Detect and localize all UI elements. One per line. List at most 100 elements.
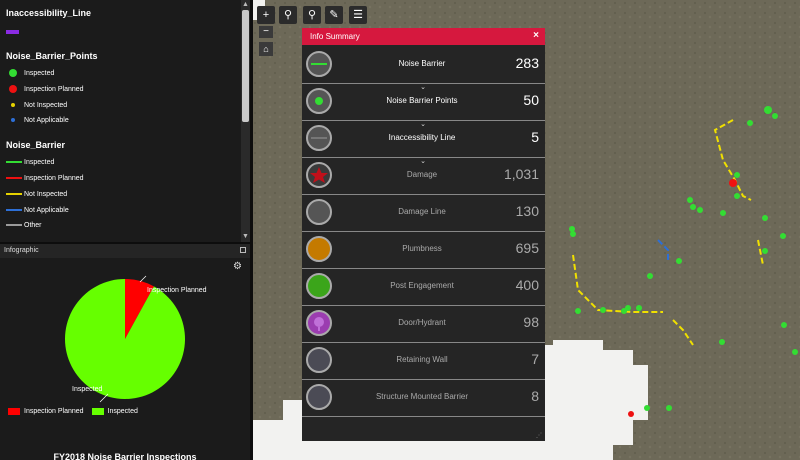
summary-row[interactable]: Structure Mounted Barrier 8 — [302, 380, 545, 417]
not-applicable-dot-icon — [11, 118, 15, 122]
legend-item: Not Inspected — [6, 99, 67, 111]
chart-title: FY2018 Noise Barrier Inspections — [53, 452, 197, 460]
inspected-swatch — [91, 408, 104, 415]
summary-row-count: 50 — [523, 92, 539, 108]
pie-leader-line — [139, 275, 147, 283]
gear-icon[interactable]: ⚙ — [233, 262, 243, 272]
other-line-icon — [6, 224, 22, 226]
inspected-line-icon — [6, 161, 22, 163]
layer-symbol-icon[interactable] — [306, 384, 332, 410]
inspection-planned-swatch — [8, 408, 20, 415]
legend-item-label: Not Applicable — [24, 116, 69, 124]
inspection-planned-dot-icon — [9, 85, 17, 93]
summary-row[interactable]: Damage Line 130 — [302, 195, 545, 232]
summary-row-label: Damage Line — [398, 207, 446, 216]
scroll-down-icon[interactable]: ▼ — [242, 233, 249, 241]
layer-symbol-icon[interactable] — [306, 162, 332, 188]
summary-row-count: 98 — [523, 314, 539, 330]
legend-item: Not Applicable — [6, 114, 69, 126]
pie-legend: Inspection Planned Inspected — [8, 408, 146, 415]
layers-icon[interactable]: ☰ — [349, 6, 367, 24]
not-inspected-line-icon — [6, 193, 22, 195]
row-separator — [302, 416, 545, 417]
infographic-panel: Infographic ⚙ Inspection Planned Inspect… — [0, 244, 250, 460]
legend-item: Inspection Planned — [6, 83, 84, 95]
locate-icon[interactable]: ⚲ — [303, 6, 321, 24]
summary-row-label: Door/Hydrant — [398, 318, 446, 327]
summary-row-count: 8 — [531, 388, 539, 404]
legend-item: Inspected — [6, 156, 54, 168]
measure-icon[interactable]: ✎ — [325, 6, 343, 24]
close-icon[interactable]: × — [533, 30, 539, 41]
pie-legend-entry[interactable]: Inspected — [91, 408, 138, 415]
summary-row[interactable]: Noise Barrier Points 50 — [302, 84, 545, 121]
summary-row[interactable]: Retaining Wall 7 — [302, 343, 545, 380]
infographic-header: Infographic — [0, 244, 250, 258]
zoom-in-button[interactable]: + — [257, 6, 275, 24]
summary-row[interactable]: Inaccessibility Line 5 — [302, 121, 545, 158]
summary-row[interactable]: Damage 1,031 — [302, 158, 545, 195]
layer-symbol-icon[interactable] — [306, 51, 332, 77]
layer-symbol-icon[interactable] — [306, 347, 332, 373]
summary-row-label: Damage — [406, 170, 438, 179]
layer-symbol-icon[interactable] — [306, 199, 332, 225]
summary-row[interactable]: Door/Hydrant 98 — [302, 306, 545, 343]
summary-row-label: Noise Barrier — [398, 59, 446, 68]
search-icon[interactable]: ⚲ — [279, 6, 297, 24]
not-applicable-line-icon — [6, 209, 22, 211]
legend-item-label: Not Applicable — [24, 206, 69, 214]
legend-item-label: Inspected — [24, 69, 55, 77]
not-inspected-dot-icon — [11, 103, 15, 107]
summary-row-label: Retaining Wall — [396, 355, 448, 364]
summary-row-count: 1,031 — [503, 166, 539, 182]
legend-layer-title-barrier: Noise_Barrier — [6, 140, 66, 150]
summary-row[interactable]: Noise Barrier 283 — [302, 47, 545, 84]
legend-item-label: Not Inspected — [24, 190, 68, 198]
pie-slice-inspected[interactable] — [65, 279, 185, 399]
maximize-icon[interactable] — [240, 247, 246, 253]
inspected-dot-icon — [9, 69, 17, 77]
summary-row-count: 695 — [515, 240, 539, 256]
layer-symbol-icon[interactable] — [306, 125, 332, 151]
legend-item: Not Applicable — [6, 204, 69, 216]
pie-legend-label: Inspected — [107, 408, 138, 415]
home-icon[interactable]: ⌂ — [259, 42, 273, 56]
summary-row-count: 7 — [531, 351, 539, 367]
summary-row-count: 283 — [515, 55, 539, 71]
legend-item: Inspection Planned — [6, 172, 84, 184]
layer-symbol-icon[interactable] — [306, 88, 332, 114]
zoom-out-button[interactable]: − — [259, 26, 273, 38]
pie-label-inspected: Inspected — [72, 386, 103, 393]
summary-row-count: 5 — [531, 129, 539, 145]
legend-item: Inspected — [6, 67, 54, 79]
inaccessibility-line-swatch — [6, 30, 19, 34]
scroll-thumb[interactable] — [242, 10, 249, 122]
layer-symbol-icon[interactable] — [306, 310, 332, 336]
legend-scrollbar[interactable]: ▲ ▼ — [241, 0, 250, 242]
info-summary-title: Info Summary — [310, 32, 360, 41]
legend-item-label: Other — [24, 221, 42, 229]
info-summary-panel: Info Summary × Noise Barrier 283 ⌄ Noise Ba… — [302, 28, 545, 441]
legend-panel: Inaccessibility_Line Noise_Barrier_Point… — [0, 0, 250, 242]
pie-legend-entry[interactable]: Inspection Planned — [8, 408, 84, 415]
summary-row-count: 400 — [515, 277, 539, 293]
legend-item-label: Inspection Planned — [24, 85, 84, 93]
infographic-title: Infographic — [4, 247, 39, 254]
summary-row[interactable]: Plumbness 695 — [302, 232, 545, 269]
scroll-up-icon[interactable]: ▲ — [242, 1, 249, 9]
legend-layer-title-points: Noise_Barrier_Points — [6, 51, 98, 61]
layer-symbol-icon[interactable] — [306, 236, 332, 262]
layer-symbol-icon[interactable] — [306, 273, 332, 299]
pie-label-inspection-planned: Inspection Planned — [147, 287, 207, 294]
legend-item: Not Inspected — [6, 188, 67, 200]
pie-legend-label: Inspection Planned — [24, 408, 84, 415]
legend-item-label: Inspected — [24, 158, 55, 166]
legend-item: Other — [6, 219, 42, 231]
summary-row-count: 130 — [515, 203, 539, 219]
inspection-planned-line-icon — [6, 177, 22, 179]
summary-row-label: Plumbness — [402, 244, 442, 253]
summary-row-label: Inaccessibility Line — [388, 133, 456, 142]
resize-grip-icon[interactable]: ⋰ — [536, 432, 542, 439]
summary-row[interactable]: Post Engagement 400 — [302, 269, 545, 306]
summary-row-label: Post Engagement — [390, 281, 454, 290]
